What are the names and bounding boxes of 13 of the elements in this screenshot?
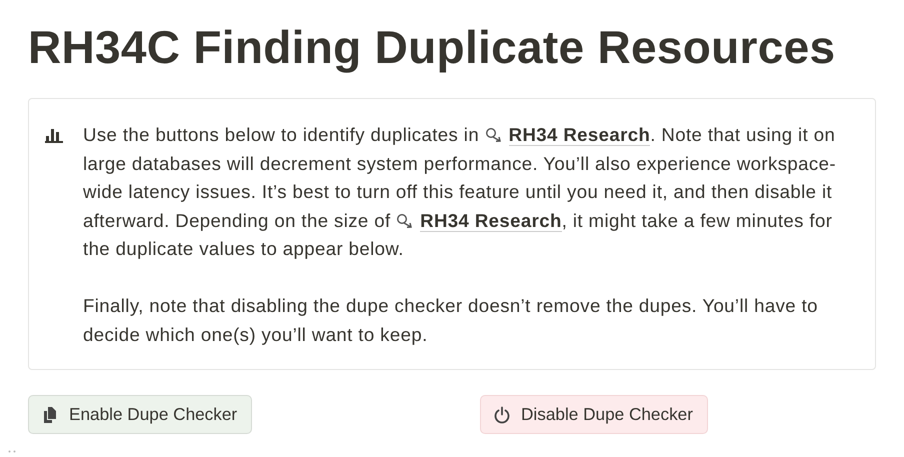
callout-paragraph: Use the buttons below to identify duplicates in RH34 Research. Note that using it on large databases will decrement system performance. You’ll also experience workspace-wide latency issues. It’s best to turn off this feature until you need it, and then disable it afterward. Depending on the size of RH34 Research, it might take a few minutes for the duplicate values to appear below.	[83, 123, 837, 261]
enable-button[interactable]: Enable Dupe Checker	[28, 395, 252, 434]
drag-handle-icon[interactable]	[8, 450, 16, 453]
disable-button[interactable]: Disable Dupe Checker	[480, 395, 708, 434]
link-arrow-icon	[396, 212, 414, 228]
page-title: RH34C Finding Duplicate Resources	[28, 20, 836, 75]
link-arrow-icon	[484, 127, 503, 143]
page-link[interactable]: RH34 Research	[396, 210, 562, 230]
page-link[interactable]: RH34 Research	[484, 124, 650, 145]
power-icon	[493, 406, 511, 424]
callout-paragraph: Finally, note that disabling the dupe checker doesn’t remove the dupes. You’ll have to decide which one(s) you’ll want to keep.	[83, 294, 819, 347]
documents-icon	[41, 406, 59, 424]
bar-chart-icon	[45, 127, 63, 143]
